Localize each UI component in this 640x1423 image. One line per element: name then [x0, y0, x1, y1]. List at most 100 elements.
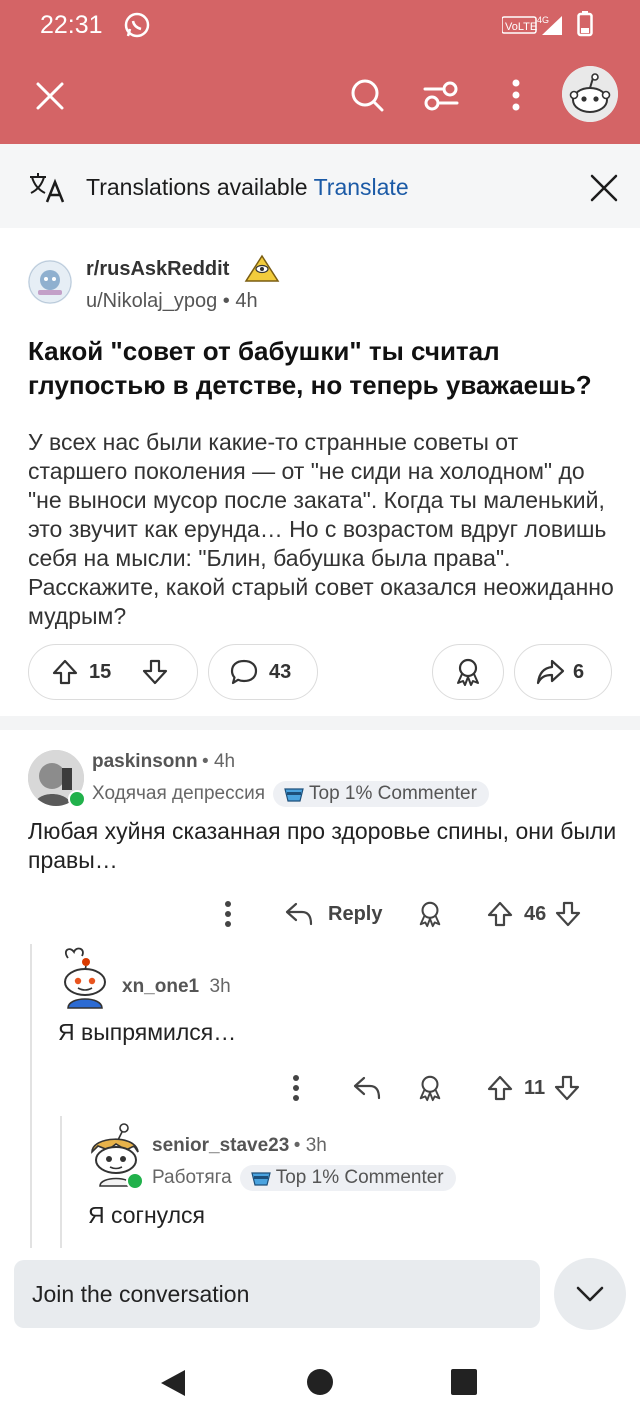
reply-icon — [285, 902, 313, 926]
more-options-button[interactable] — [496, 72, 536, 118]
top-commenter-badge: Top 1% Commenter — [273, 781, 489, 807]
system-nav-bar — [0, 1336, 640, 1423]
comment-award-button[interactable] — [414, 896, 446, 932]
award-icon — [457, 658, 479, 686]
join-conversation-placeholder: Join the conversation — [32, 1280, 250, 1307]
comment-avatar[interactable] — [56, 944, 114, 1010]
upvote-button[interactable] — [51, 658, 79, 686]
comment-header: senior_stave23 • 3h — [152, 1135, 327, 1157]
comment-age: 4h — [213, 751, 236, 772]
network-icon: VoLTE 4G — [501, 14, 564, 41]
filter-icon — [423, 81, 459, 111]
user-flair: Работяга — [152, 1167, 232, 1188]
home-circle-icon — [307, 1369, 333, 1395]
top-commenter-icon — [284, 788, 304, 802]
subreddit-avatar[interactable] — [28, 260, 72, 304]
post-author[interactable]: u/Nikolaj_ypog — [86, 290, 217, 312]
post-share-count: 6 — [573, 660, 585, 683]
search-button[interactable] — [344, 72, 390, 118]
close-icon — [590, 174, 618, 202]
downvote-button[interactable] — [141, 658, 169, 686]
thread-line — [30, 944, 32, 1250]
upvote-icon — [52, 659, 78, 685]
comment-text: Я выпрямился… — [58, 1019, 237, 1045]
share-icon — [536, 659, 565, 685]
thread-line — [60, 1116, 62, 1250]
downvote-icon — [555, 1075, 580, 1101]
comment-username[interactable]: senior_stave23 — [152, 1135, 289, 1156]
comment-icon — [230, 659, 258, 685]
svg-text:4G: 4G — [537, 15, 549, 25]
comment-text: Я согнулся — [88, 1202, 206, 1228]
reply-button[interactable] — [350, 1070, 384, 1106]
upvote-icon — [487, 901, 513, 927]
reply-button[interactable]: Reply — [284, 896, 382, 932]
next-comment-button[interactable] — [554, 1258, 626, 1330]
downvote-button[interactable] — [553, 1074, 581, 1102]
more-vert-icon — [512, 79, 520, 111]
comment-flair-row: Ходячая депрессия Top 1% Commenter — [92, 781, 489, 807]
subreddit-name[interactable]: r/rusAskReddit — [86, 258, 229, 281]
section-divider — [0, 716, 640, 730]
sort-filter-button[interactable] — [418, 72, 464, 118]
snoo-avatar-icon — [562, 66, 618, 122]
comment-username[interactable]: paskinsonn — [92, 751, 198, 772]
translation-banner-text: Translations available Translate — [86, 174, 409, 201]
user-flair: Ходячая депрессия — [92, 783, 265, 804]
meta-separator: • — [222, 290, 236, 312]
more-vert-icon — [225, 901, 231, 927]
nav-recents-button[interactable] — [448, 1366, 480, 1398]
snoo-avatar-icon — [64, 947, 106, 1009]
search-icon — [351, 79, 384, 112]
comment-vote-count: 11 — [524, 1076, 546, 1099]
svg-text:VoLTE: VoLTE — [505, 21, 537, 33]
comment-vote-group: 46 — [486, 896, 582, 932]
post-body: У всех нас были какие-то странные советы… — [28, 429, 614, 629]
upvote-icon — [487, 1075, 513, 1101]
award-icon — [419, 901, 441, 928]
chevron-down-icon — [576, 1286, 604, 1302]
recents-square-icon — [451, 1369, 477, 1395]
badge-label: Top 1% Commenter — [275, 1167, 444, 1188]
comment-vote-group: 11 — [486, 1070, 581, 1106]
post-vote-pill: 15 — [28, 644, 198, 700]
comment-header: xn_one1 3h — [122, 976, 231, 998]
post-vote-count: 15 — [89, 660, 112, 683]
pyramid-badge-icon — [244, 254, 280, 289]
badge-label: Top 1% Commenter — [309, 783, 477, 804]
nav-back-button[interactable] — [156, 1366, 190, 1400]
upvote-button[interactable] — [486, 900, 514, 928]
battery-icon — [577, 11, 593, 42]
comment-flair-row: Работяга Top 1% Commenter — [152, 1165, 456, 1191]
more-vert-icon — [293, 1075, 299, 1101]
post-title: Какой "совет от бабушки" ты считал глупо… — [28, 336, 592, 400]
share-button[interactable]: 6 — [514, 644, 612, 700]
comment-more-button[interactable] — [214, 896, 242, 932]
online-indicator — [126, 1172, 144, 1190]
close-button[interactable] — [28, 74, 72, 118]
downvote-icon — [143, 659, 168, 685]
user-avatar[interactable] — [562, 66, 618, 122]
meta-separator: • — [293, 1135, 306, 1156]
comment-more-button[interactable] — [282, 1070, 310, 1106]
dismiss-translation-button[interactable] — [586, 170, 622, 206]
translate-link[interactable]: Translate — [314, 174, 409, 200]
join-conversation-input[interactable]: Join the conversation — [14, 1260, 540, 1328]
reply-label: Reply — [328, 902, 383, 925]
award-button[interactable] — [432, 644, 504, 700]
comment-username[interactable]: xn_one1 — [122, 976, 199, 997]
close-icon — [36, 82, 64, 110]
award-icon — [419, 1075, 441, 1102]
post-comments-button[interactable]: 43 — [208, 644, 318, 700]
comment-age: 3h — [305, 1135, 327, 1156]
online-indicator — [68, 790, 86, 808]
nav-home-button[interactable] — [304, 1366, 336, 1398]
comment-vote-count: 46 — [524, 902, 547, 925]
downvote-button[interactable] — [554, 900, 582, 928]
comment-award-button[interactable] — [414, 1070, 446, 1106]
translate-icon — [28, 172, 66, 209]
reply-icon — [353, 1076, 381, 1100]
comment-header: paskinsonn • 4h — [92, 751, 235, 773]
downvote-icon — [556, 901, 581, 927]
upvote-button[interactable] — [486, 1074, 514, 1102]
